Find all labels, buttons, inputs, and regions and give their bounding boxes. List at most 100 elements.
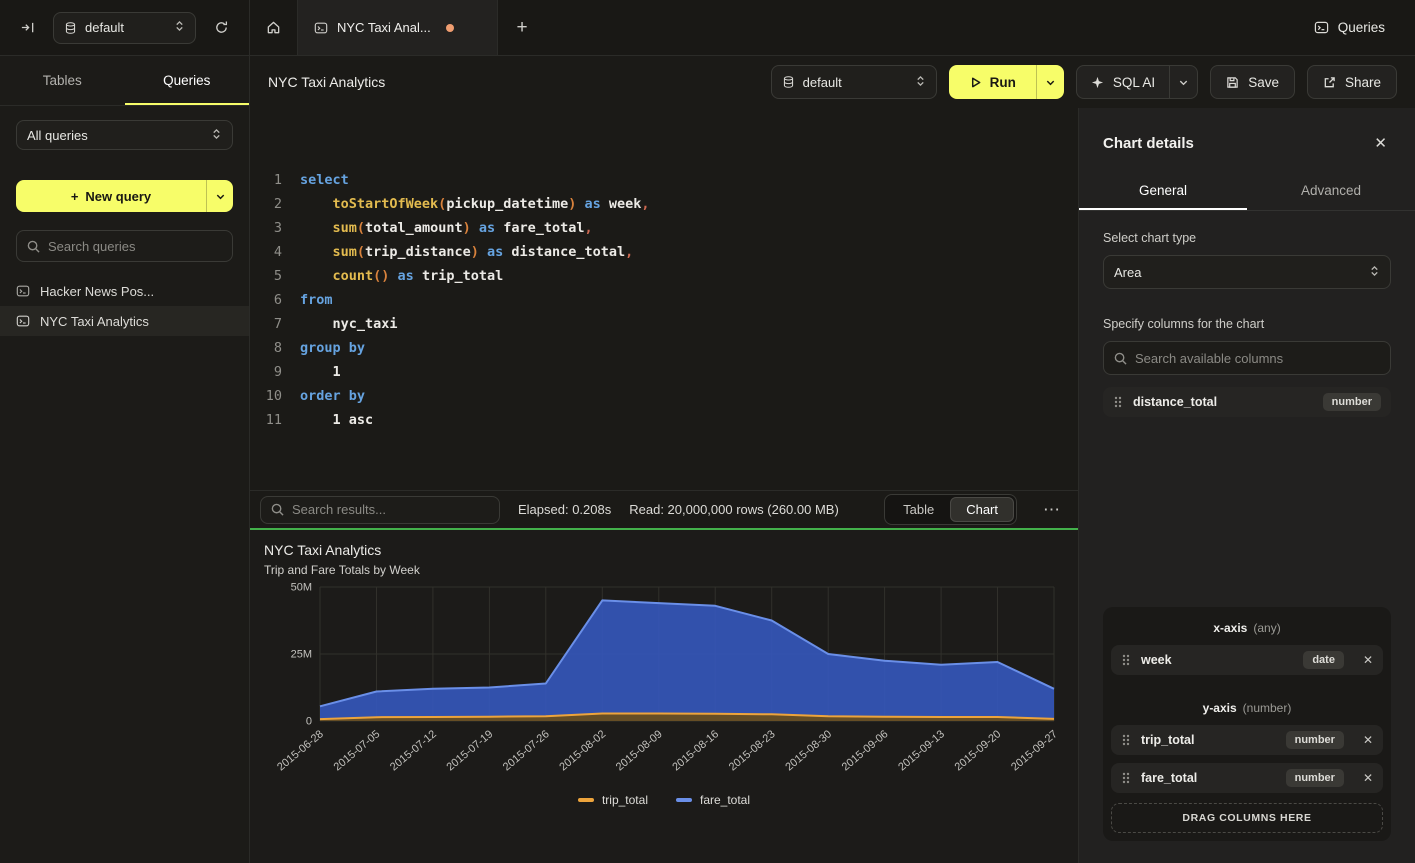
app-window: default NYC Taxi Anal... + (0, 0, 1415, 863)
tab-strip: NYC Taxi Anal... + (250, 0, 546, 55)
save-label: Save (1248, 75, 1279, 90)
collapse-sidebar-icon (20, 20, 35, 35)
y-axis-item-trip-total[interactable]: trip_total number ✕ (1111, 725, 1383, 755)
queries-button[interactable]: Queries (1302, 13, 1397, 42)
svg-text:2015-09-06: 2015-09-06 (840, 728, 891, 773)
svg-text:2015-08-02: 2015-08-02 (557, 728, 608, 773)
plus-icon: + (71, 189, 79, 204)
area-chart[interactable]: 025M50M2015-06-282015-07-052015-07-12201… (264, 581, 1064, 793)
chart-result-panel: NYC Taxi Analytics Trip and Fare Totals … (250, 528, 1078, 863)
close-icon: ✕ (1374, 135, 1387, 152)
code-text: sum(total_amount) as fare_total, (300, 216, 593, 240)
code-line[interactable]: 8group by (250, 336, 1078, 360)
y-axis-item-fare-total[interactable]: fare_total number ✕ (1111, 763, 1383, 793)
save-icon (1226, 76, 1239, 89)
sidebar-tab-queries[interactable]: Queries (125, 56, 250, 105)
selector-chevrons-icon (174, 20, 185, 35)
code-line[interactable]: 5 count() as trip_total (250, 264, 1078, 288)
query-item-hacker-news[interactable]: Hacker News Pos... (0, 276, 249, 306)
topbar: default NYC Taxi Anal... + (0, 0, 1415, 56)
new-tab-button[interactable]: + (498, 0, 546, 55)
code-line[interactable]: 11 1 asc (250, 408, 1078, 432)
search-icon (271, 503, 284, 516)
chart-subtitle: Trip and Fare Totals by Week (264, 563, 1064, 577)
chart-type-value: Area (1114, 265, 1141, 280)
new-query-button[interactable]: + New query (16, 180, 233, 212)
panel-header: Chart details ✕ (1079, 108, 1415, 170)
svg-text:2015-09-20: 2015-09-20 (953, 728, 1004, 773)
run-label: Run (990, 75, 1016, 90)
svg-text:2015-08-23: 2015-08-23 (727, 728, 778, 773)
code-line[interactable]: 2 toStartOfWeek(pickup_datetime) as week… (250, 192, 1078, 216)
remove-column-button[interactable]: ✕ (1363, 733, 1373, 747)
drop-zone[interactable]: DRAG COLUMNS HERE (1111, 803, 1383, 833)
line-number: 4 (250, 240, 282, 264)
queries-filter-select[interactable]: All queries (16, 120, 233, 150)
line-number: 7 (250, 312, 282, 336)
available-column-distance-total[interactable]: distance_total number (1103, 387, 1391, 417)
database-selector[interactable]: default (53, 12, 196, 44)
code-line[interactable]: 1select (250, 168, 1078, 192)
code-text: order by (300, 384, 365, 408)
code-line[interactable]: 9 1 (250, 360, 1078, 384)
close-panel-button[interactable]: ✕ (1370, 132, 1391, 154)
legend-item[interactable]: trip_total (578, 793, 648, 807)
svg-text:0: 0 (306, 716, 312, 728)
page-title: NYC Taxi Analytics (268, 74, 385, 90)
chevron-down-icon (1178, 77, 1189, 88)
drag-handle-icon (1113, 395, 1123, 409)
search-results-input[interactable] (292, 502, 489, 517)
search-queries-input[interactable] (48, 239, 222, 254)
code-line[interactable]: 3 sum(total_amount) as fare_total, (250, 216, 1078, 240)
selector-chevrons-icon (211, 128, 222, 143)
header-database-selector[interactable]: default (771, 65, 937, 99)
chevron-down-icon (215, 191, 226, 202)
active-query-tab[interactable]: NYC Taxi Anal... (298, 0, 498, 55)
code-line[interactable]: 7 nyc_taxi (250, 312, 1078, 336)
code-line[interactable]: 6from (250, 288, 1078, 312)
work-row: 1select2 toStartOfWeek(pickup_datetime) … (250, 108, 1415, 863)
y-axis-label: y-axis (1203, 701, 1237, 715)
sql-ai-chevron[interactable] (1170, 66, 1197, 98)
share-label: Share (1345, 75, 1381, 90)
new-query-main: + New query (16, 180, 206, 212)
run-options-chevron[interactable] (1037, 65, 1064, 99)
svg-text:2015-07-26: 2015-07-26 (501, 728, 552, 773)
toggle-table[interactable]: Table (887, 497, 950, 522)
search-columns-input[interactable] (1135, 351, 1380, 366)
chart-type-label: Select chart type (1103, 231, 1391, 245)
code-line[interactable]: 4 sum(trip_distance) as distance_total, (250, 240, 1078, 264)
columns-label: Specify columns for the chart (1103, 317, 1391, 331)
collapse-sidebar-button[interactable] (14, 14, 41, 41)
remove-column-button[interactable]: ✕ (1363, 653, 1373, 667)
code-text: count() as trip_total (300, 264, 503, 288)
sql-ai-button[interactable]: SQL AI (1076, 65, 1198, 99)
svg-text:2015-07-05: 2015-07-05 (332, 728, 383, 773)
remove-column-button[interactable]: ✕ (1363, 771, 1373, 785)
more-options-button[interactable]: ⋯ (1035, 500, 1068, 520)
run-button[interactable]: Run (949, 65, 1064, 99)
sql-editor[interactable]: 1select2 toStartOfWeek(pickup_datetime) … (250, 108, 1078, 490)
line-number: 2 (250, 192, 282, 216)
save-button[interactable]: Save (1210, 65, 1295, 99)
sql-ai-label: SQL AI (1113, 75, 1155, 90)
terminal-icon (16, 284, 30, 298)
new-query-chevron[interactable] (207, 180, 233, 212)
code-line[interactable]: 10order by (250, 384, 1078, 408)
toggle-chart[interactable]: Chart (950, 497, 1014, 522)
refresh-button[interactable] (208, 14, 235, 41)
x-axis-item-week[interactable]: week date ✕ (1111, 645, 1383, 675)
chart-type-select[interactable]: Area (1103, 255, 1391, 289)
legend-item[interactable]: fare_total (676, 793, 750, 807)
content-row: Tables Queries All queries + New query (0, 56, 1415, 863)
query-item-label: NYC Taxi Analytics (40, 314, 149, 329)
share-button[interactable]: Share (1307, 65, 1397, 99)
elapsed-text: Elapsed: 0.208s (518, 502, 611, 517)
query-item-nyc-taxi[interactable]: NYC Taxi Analytics (0, 306, 249, 336)
home-tab[interactable] (250, 0, 298, 55)
panel-tab-general[interactable]: General (1079, 170, 1247, 210)
sidebar-tab-tables[interactable]: Tables (0, 56, 125, 105)
panel-tab-advanced[interactable]: Advanced (1247, 170, 1415, 210)
code-text: sum(trip_distance) as distance_total, (300, 240, 633, 264)
selector-chevrons-icon (915, 75, 926, 90)
